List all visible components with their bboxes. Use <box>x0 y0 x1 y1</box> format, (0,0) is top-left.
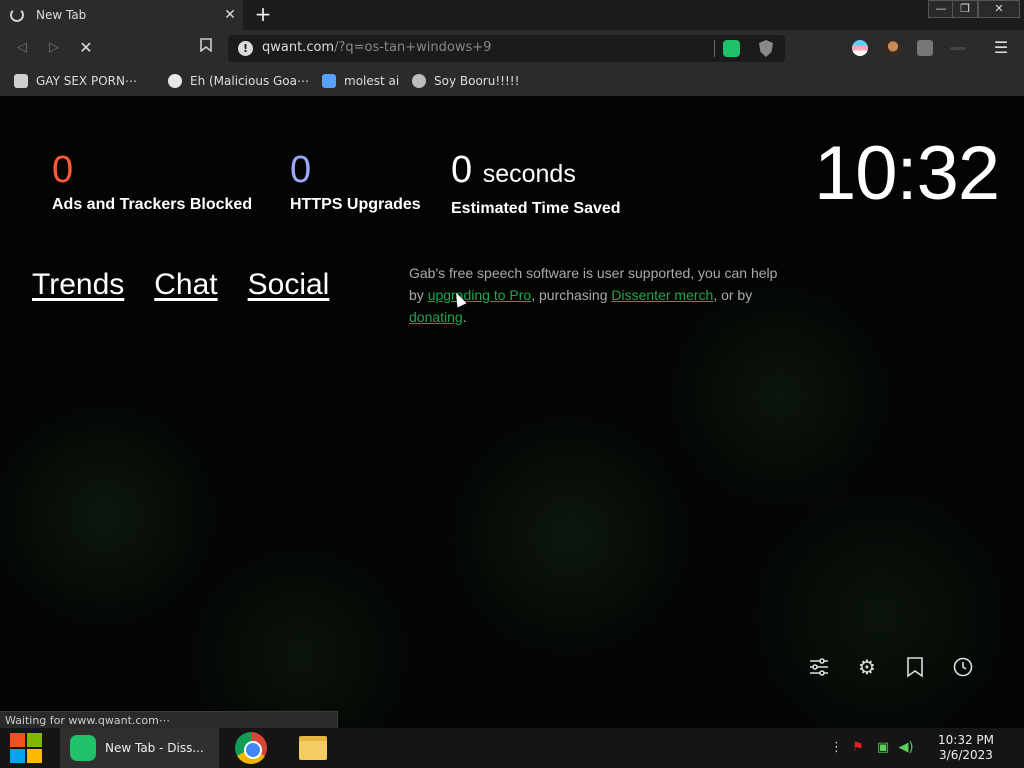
flag-icon[interactable]: ⚑ <box>850 740 866 756</box>
history-icon[interactable] <box>952 656 974 678</box>
clock-display: 10:32 <box>814 131 1000 216</box>
minimize-button[interactable]: — <box>928 0 954 18</box>
system-date: 3/6/2023 <box>939 748 993 762</box>
tab-close-button[interactable]: ✕ <box>221 7 239 23</box>
forward-button[interactable]: ▷ <box>44 38 64 58</box>
extension-placeholder-icon[interactable] <box>950 47 966 50</box>
page-tools: ⚙ <box>808 656 974 678</box>
stat-value: 0 <box>451 149 473 191</box>
volume-icon[interactable]: ◀) <box>897 740 915 756</box>
url-text[interactable]: qwant.com/?q=os-tan+windows+9 <box>262 40 491 55</box>
bookmarks-bar: GAY SEX PORN⋯ Eh (Malicious Goa⋯ molest … <box>0 66 1024 96</box>
close-window-button[interactable]: ✕ <box>978 0 1020 18</box>
3d-cube-icon <box>14 74 28 88</box>
support-message: Gab's free speech software is user suppo… <box>409 265 778 325</box>
stat-label: Estimated Time Saved <box>451 200 621 217</box>
taskbar-chrome[interactable] <box>234 728 268 768</box>
stat-unit: seconds <box>482 160 576 188</box>
address-bar[interactable]: ! qwant.com/?q=os-tan+windows+9 <box>228 35 785 62</box>
site-info-icon[interactable]: ! <box>238 41 253 56</box>
top-links: Trends Chat Social <box>32 268 329 302</box>
windows-start-button[interactable] <box>10 733 42 763</box>
chrome-icon <box>235 732 267 764</box>
stat-label: Ads and Trackers Blocked <box>52 196 253 213</box>
windows-taskbar: New Tab - Diss... ⋮ ⚑ ▣ ◀) 10:32 PM 3/6/… <box>0 728 1024 768</box>
browser-tab-active[interactable]: New Tab ✕ <box>0 0 243 30</box>
new-tab-button[interactable]: + <box>252 3 274 25</box>
stat-label: HTTPS Upgrades <box>290 196 421 213</box>
dissenter-icon[interactable] <box>723 40 740 57</box>
soyjak-icon <box>412 74 426 88</box>
extension-flag-icon[interactable] <box>852 40 868 56</box>
extension-avatar-icon[interactable] <box>885 40 901 56</box>
link-chat[interactable]: Chat <box>154 268 217 302</box>
stat-ads-blocked: 0 Ads and Trackers Blocked <box>52 148 252 214</box>
stop-loading-button[interactable]: ✕ <box>76 38 96 58</box>
loading-spinner-icon <box>10 8 24 22</box>
stat-https-upgrades: 0 HTTPS Upgrades <box>290 148 421 214</box>
bookmark-icon <box>200 38 212 53</box>
dissenter-merch-link[interactable]: Dissenter merch <box>611 287 713 303</box>
upgrade-pro-link[interactable]: upgrading to Pro <box>428 287 532 303</box>
sliders-icon[interactable] <box>808 656 830 678</box>
folder-icon <box>299 736 327 760</box>
link-social[interactable]: Social <box>248 268 330 302</box>
bookmark-icon[interactable] <box>904 656 926 678</box>
ublock-icon[interactable] <box>917 40 933 56</box>
network-icon[interactable]: ▣ <box>874 740 892 756</box>
stat-value: 0 <box>52 149 74 191</box>
navigation-toolbar: ◁ ▷ ✕ ! qwant.com/?q=os-tan+windows+9 ☰ <box>0 30 1024 66</box>
loading-status-bubble: Waiting for www.qwant.com⋯ <box>0 711 338 729</box>
task-label: New Tab - Diss... <box>105 741 204 755</box>
browser-menu-button[interactable]: ☰ <box>993 39 1009 57</box>
gear-icon[interactable]: ⚙ <box>856 656 878 678</box>
tray-overflow-icon[interactable]: ⋮ <box>830 740 843 756</box>
back-button[interactable]: ◁ <box>12 38 32 58</box>
new-tab-page: 0 Ads and Trackers Blocked 0 HTTPS Upgra… <box>0 96 1024 728</box>
system-clock[interactable]: 10:32 PM 3/6/2023 <box>930 733 1002 763</box>
shield-icon[interactable] <box>759 40 773 57</box>
restore-button[interactable]: ❐ <box>952 0 978 18</box>
bookmark-page-button[interactable] <box>196 38 216 58</box>
dissenter-icon <box>70 735 96 761</box>
donating-link[interactable]: donating <box>409 309 463 325</box>
tab-strip: New Tab ✕ + — ❐ ✕ <box>0 0 1024 30</box>
puzzle-icon <box>322 74 336 88</box>
taskbar-browser-task[interactable]: New Tab - Diss... <box>60 728 219 768</box>
bookmark-item[interactable]: molest ai <box>322 73 399 89</box>
bookmark-item[interactable]: Eh (Malicious Goa⋯ <box>168 73 309 89</box>
url-separator <box>714 40 715 57</box>
stat-value: 0 <box>290 149 312 191</box>
taskbar-file-explorer[interactable] <box>298 728 328 768</box>
link-trends[interactable]: Trends <box>32 268 124 302</box>
tab-title: New Tab <box>36 8 87 22</box>
system-time: 10:32 PM <box>938 733 994 747</box>
stat-time-saved: 0 seconds Estimated Time Saved <box>451 148 621 218</box>
bookmark-item[interactable]: GAY SEX PORN⋯ <box>14 73 137 89</box>
bookmark-item[interactable]: Soy Booru!!!!! <box>412 73 519 89</box>
globe-icon <box>168 74 182 88</box>
